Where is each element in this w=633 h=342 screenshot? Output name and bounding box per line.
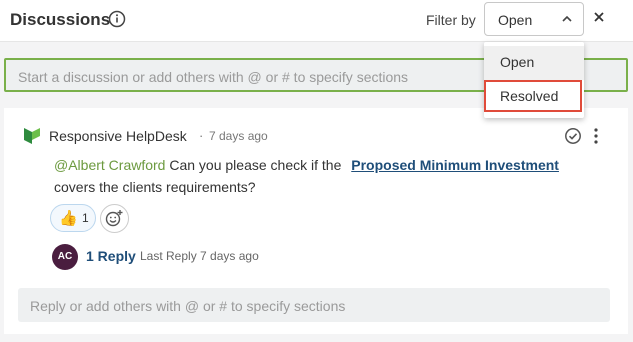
- reaction-count: 1: [82, 211, 89, 225]
- replies-link[interactable]: 1 Reply: [86, 248, 136, 264]
- thumbs-up-reaction[interactable]: 👍 1: [50, 204, 96, 232]
- discussions-header: Discussions Filter by Open: [0, 0, 633, 42]
- discussion-card: Responsive HelpDesk · 7 days ago @Albert…: [4, 108, 628, 334]
- close-icon[interactable]: [592, 10, 606, 24]
- helpdesk-logo-icon: [24, 128, 40, 144]
- message-text: Can you please check if the: [169, 157, 342, 173]
- filter-option-open[interactable]: Open: [484, 46, 584, 80]
- filter-option-resolved[interactable]: Resolved: [484, 80, 582, 112]
- message-text-continued: covers the clients requirements?: [54, 179, 256, 195]
- avatar: AC: [52, 244, 78, 270]
- reply-placeholder: Reply or add others with @ or # to speci…: [30, 298, 346, 314]
- filter-select-value: Open: [498, 12, 533, 28]
- thumbs-up-icon: 👍: [59, 210, 78, 227]
- add-emoji-icon: [105, 210, 123, 227]
- filter-label: Filter by: [426, 12, 476, 28]
- chevron-up-icon: [562, 15, 572, 22]
- add-reaction-button[interactable]: [100, 204, 129, 233]
- discussion-message-line: @Albert Crawford Can you please check if…: [54, 157, 559, 173]
- filter-option-open-label: Open: [500, 54, 535, 70]
- resolve-check-icon[interactable]: [564, 127, 582, 145]
- meta-separator: ·: [199, 128, 204, 143]
- info-circle-icon[interactable]: [108, 10, 126, 28]
- section-link[interactable]: Proposed Minimum Investment: [351, 157, 559, 173]
- more-vertical-icon[interactable]: [592, 127, 600, 145]
- reply-input[interactable]: Reply or add others with @ or # to speci…: [18, 288, 610, 322]
- discussion-time: 7 days ago: [209, 129, 268, 143]
- user-mention[interactable]: @Albert Crawford: [54, 157, 165, 173]
- last-reply-time: Last Reply 7 days ago: [140, 249, 259, 263]
- filter-dropdown-menu: Open Resolved: [484, 42, 584, 118]
- discussion-author: Responsive HelpDesk: [49, 128, 187, 144]
- filter-select[interactable]: Open: [484, 2, 584, 36]
- start-discussion-placeholder: Start a discussion or add others with @ …: [18, 69, 409, 85]
- page-title: Discussions: [10, 10, 111, 29]
- filter-option-resolved-label: Resolved: [500, 88, 559, 104]
